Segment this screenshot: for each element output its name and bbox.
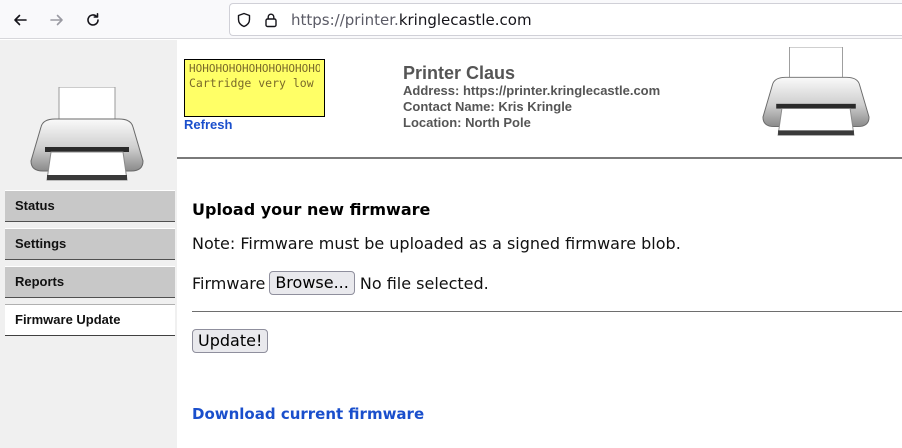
status-alert-box: HOHOHOHOHOHOHOHOHOHOH Cartridge very low xyxy=(184,59,325,117)
lock-icon[interactable] xyxy=(263,12,279,28)
alert-hoho-text: HOHOHOHOHOHOHOHOHOHOH xyxy=(189,62,320,75)
printer-contact: Contact Name: Kris Kringle xyxy=(403,99,573,114)
alert-message: Cartridge very low xyxy=(189,76,314,90)
printer-icon xyxy=(30,87,144,181)
printer-info: Printer Claus Address: https://printer.k… xyxy=(403,63,660,131)
content-divider xyxy=(192,311,902,312)
url-prefix: https://printer. xyxy=(291,11,399,29)
url-text[interactable]: https://printer.kringlecastle.com xyxy=(291,10,532,30)
firmware-label: Firmware xyxy=(192,273,266,293)
sidebar-item-reports[interactable]: Reports xyxy=(5,266,175,298)
firmware-note: Note: Firmware must be uploaded as a sig… xyxy=(192,234,681,253)
reload-icon[interactable] xyxy=(81,8,105,32)
update-button[interactable]: Update! xyxy=(192,329,269,353)
sidebar-item-firmware-update[interactable]: Firmware Update xyxy=(5,304,175,336)
refresh-link[interactable]: Refresh xyxy=(184,117,232,132)
arrow-right-icon[interactable] xyxy=(45,8,69,32)
arrow-left-icon[interactable] xyxy=(8,8,32,32)
url-bar[interactable]: https://printer.kringlecastle.com xyxy=(229,3,902,36)
browse-button[interactable]: Browse... xyxy=(269,271,355,295)
firmware-upload-row: Firmware Browse... No file selected. xyxy=(192,271,489,295)
page-title: Upload your new firmware xyxy=(192,200,431,219)
printer-address: Address: https://printer.kringlecastle.c… xyxy=(403,83,661,98)
printer-icon xyxy=(762,47,870,136)
printer-location: Location: North Pole xyxy=(403,115,531,130)
header-divider xyxy=(177,157,902,159)
sidebar: Status Settings Reports Firmware Update xyxy=(0,40,177,448)
sidebar-item-settings[interactable]: Settings xyxy=(5,228,175,260)
browser-toolbar: https://printer.kringlecastle.com xyxy=(0,0,902,39)
url-domain: kringlecastle.com xyxy=(398,11,532,29)
download-firmware-link[interactable]: Download current firmware xyxy=(192,405,424,423)
printer-name: Printer Claus xyxy=(403,63,516,83)
shield-icon[interactable] xyxy=(236,12,252,28)
sidebar-item-status[interactable]: Status xyxy=(5,190,175,222)
file-status: No file selected. xyxy=(359,273,489,293)
